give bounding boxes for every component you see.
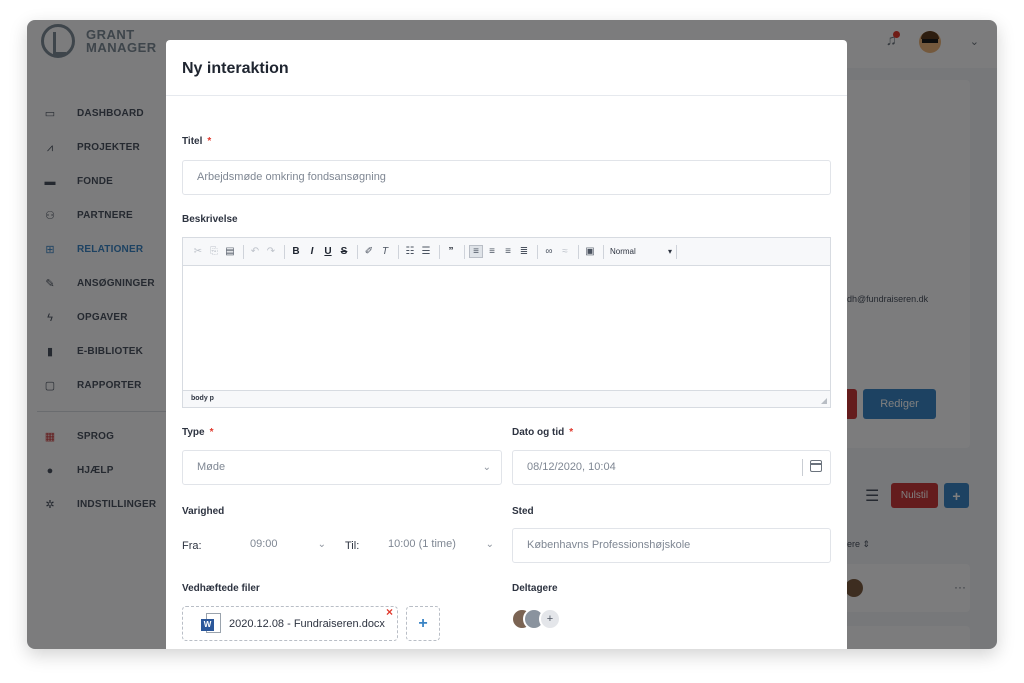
- app-window: GRANT MANAGER ▭ DASHBOARD ⩘ PROJEKTER ▬ …: [27, 20, 997, 649]
- chevron-down-icon: ▾: [667, 247, 672, 256]
- datetime-value: 08/12/2020, 10:04: [527, 461, 616, 473]
- type-select[interactable]: Møde ⌄: [182, 450, 502, 485]
- cut-icon[interactable]: ✂: [191, 246, 205, 257]
- input-separator: [802, 459, 803, 476]
- location-label: Sted: [512, 506, 534, 517]
- rich-text-editor: ✂ ⎘ ▤ ↶ ↷ B I U S ✐ T ☷ ☰ ” ≡ ≡ ≡ ≣ ∞ ≈ …: [182, 237, 831, 408]
- unlink-icon[interactable]: ≈: [558, 246, 572, 257]
- bold-icon[interactable]: B: [289, 246, 303, 257]
- calendar-icon[interactable]: [810, 460, 822, 472]
- word-document-icon: W: [201, 613, 221, 635]
- resize-handle-icon[interactable]: [821, 398, 827, 404]
- redo-icon[interactable]: ↷: [264, 246, 278, 257]
- editor-element-path: body p: [183, 390, 830, 407]
- datetime-label-text: Dato og tid: [512, 427, 565, 438]
- justify-icon[interactable]: ≣: [517, 246, 531, 257]
- from-time-value: 09:00: [250, 538, 278, 550]
- blockquote-icon[interactable]: ”: [444, 246, 458, 257]
- toolbar-separator: [357, 244, 358, 259]
- toolbar-separator: [603, 244, 604, 259]
- toolbar-separator: [439, 244, 440, 259]
- paste-icon[interactable]: ▤: [223, 246, 237, 257]
- attachment-file-name: 2020.12.08 - Fundraiseren.docx: [229, 618, 385, 630]
- format-select-value: Normal: [610, 247, 636, 256]
- remove-attachment-icon[interactable]: ×: [386, 605, 393, 619]
- from-time-select[interactable]: 09:00 ⌄: [236, 528, 336, 563]
- align-right-icon[interactable]: ≡: [501, 246, 515, 257]
- title-label-text: Titel: [182, 136, 203, 147]
- type-label-text: Type: [182, 427, 205, 438]
- word-badge: W: [201, 619, 214, 631]
- type-select-value: Møde: [197, 461, 226, 473]
- to-time-value: 10:00 (1 time): [388, 538, 456, 550]
- to-time-select[interactable]: 10:00 (1 time) ⌄: [374, 528, 504, 563]
- participants-label: Deltagere: [512, 583, 558, 594]
- format-select[interactable]: Normal ▾: [610, 247, 672, 256]
- required-mark: *: [569, 427, 574, 438]
- align-center-icon[interactable]: ≡: [485, 246, 499, 257]
- editor-toolbar: ✂ ⎘ ▤ ↶ ↷ B I U S ✐ T ☷ ☰ ” ≡ ≡ ≡ ≣ ∞ ≈ …: [183, 238, 830, 266]
- editor-content-area[interactable]: [183, 266, 830, 390]
- chevron-down-icon: ⌄: [482, 462, 491, 473]
- toolbar-separator: [398, 244, 399, 259]
- required-mark: *: [207, 136, 212, 147]
- underline-icon[interactable]: U: [321, 246, 335, 257]
- toolbar-separator: [284, 244, 285, 259]
- new-interaction-modal: Ny interaktion Titel * Arbejdsmøde omkrin…: [166, 40, 847, 649]
- remove-format-icon[interactable]: T: [378, 246, 392, 257]
- numbered-list-icon[interactable]: ☷: [403, 246, 417, 257]
- add-participant-button[interactable]: +: [539, 608, 561, 630]
- chevron-down-icon: ⌄: [317, 539, 326, 550]
- toolbar-separator: [578, 244, 579, 259]
- attachment-chip[interactable]: W 2020.12.08 - Fundraiseren.docx ×: [182, 605, 398, 641]
- bulleted-list-icon[interactable]: ☰: [419, 246, 433, 257]
- duration-label: Varighed: [182, 506, 225, 517]
- toolbar-separator: [243, 244, 244, 259]
- add-attachment-button[interactable]: +: [406, 606, 440, 641]
- image-icon[interactable]: ▣: [583, 246, 597, 257]
- strikethrough-icon[interactable]: S: [337, 246, 351, 257]
- attachments-label: Vedhæftede filer: [182, 583, 260, 594]
- italic-icon[interactable]: I: [305, 246, 319, 257]
- description-label: Beskrivelse: [182, 214, 238, 225]
- required-mark: *: [209, 427, 214, 438]
- datetime-input[interactable]: 08/12/2020, 10:04: [512, 450, 831, 485]
- modal-header: Ny interaktion: [166, 40, 847, 96]
- chevron-down-icon: ⌄: [485, 539, 494, 550]
- type-label: Type *: [182, 427, 214, 438]
- toolbar-separator: [537, 244, 538, 259]
- link-icon[interactable]: ∞: [542, 246, 556, 257]
- undo-icon[interactable]: ↶: [248, 246, 262, 257]
- location-input[interactable]: Københavns Professionshøjskole: [512, 528, 831, 563]
- toolbar-separator: [464, 244, 465, 259]
- to-label: Til:: [345, 540, 360, 552]
- modal-title: Ny interaktion: [182, 60, 289, 77]
- align-left-icon[interactable]: ≡: [469, 245, 483, 258]
- title-label: Titel *: [182, 136, 211, 147]
- copy-icon[interactable]: ⎘: [207, 246, 221, 257]
- toolbar-separator: [676, 244, 677, 259]
- from-label: Fra:: [182, 540, 202, 552]
- datetime-label: Dato og tid *: [512, 427, 573, 438]
- copy-format-icon[interactable]: ✐: [362, 246, 376, 257]
- title-input[interactable]: Arbejdsmøde omkring fondsansøgning: [182, 160, 831, 195]
